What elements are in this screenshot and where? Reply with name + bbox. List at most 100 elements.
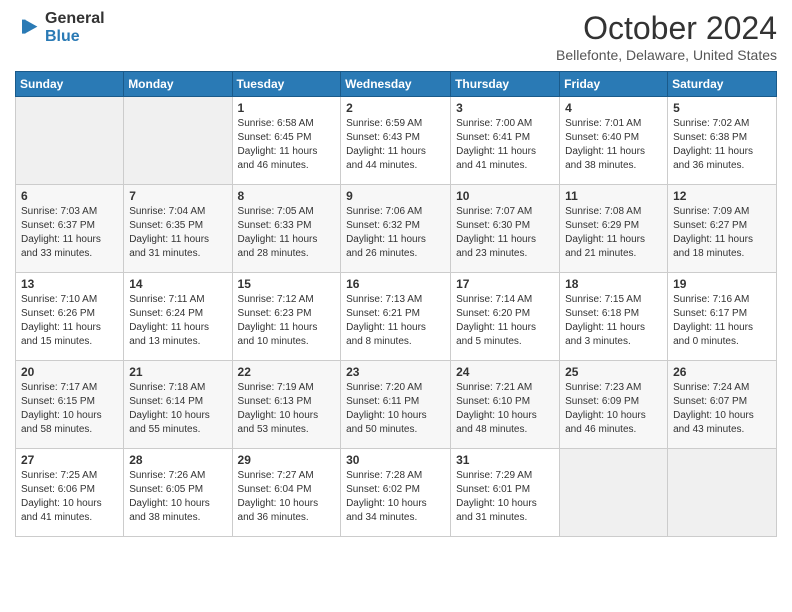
day-info: Sunrise: 7:19 AM Sunset: 6:13 PM Dayligh… — [238, 381, 336, 437]
logo-blue-text: Blue — [45, 28, 80, 45]
day-info: Sunrise: 7:17 AM Sunset: 6:15 PM Dayligh… — [21, 381, 118, 437]
calendar-cell: 12 Sunrise: 7:09 AM Sunset: 6:27 PM Dayli… — [668, 185, 777, 273]
calendar-cell — [668, 449, 777, 537]
day-number: 28 — [129, 453, 226, 467]
day-info: Sunrise: 7:09 AM Sunset: 6:27 PM Dayligh… — [673, 205, 771, 261]
day-info: Sunrise: 7:29 AM Sunset: 6:01 PM Dayligh… — [456, 469, 554, 525]
day-info: Sunrise: 7:27 AM Sunset: 6:04 PM Dayligh… — [238, 469, 336, 525]
day-info: Sunrise: 7:06 AM Sunset: 6:32 PM Dayligh… — [346, 205, 445, 261]
calendar-cell: 3 Sunrise: 7:00 AM Sunset: 6:41 PM Daylig… — [451, 97, 560, 185]
calendar-cell: 16 Sunrise: 7:13 AM Sunset: 6:21 PM Dayli… — [341, 273, 451, 361]
day-info: Sunrise: 7:13 AM Sunset: 6:21 PM Dayligh… — [346, 293, 445, 349]
day-number: 27 — [21, 453, 118, 467]
day-number: 3 — [456, 101, 554, 115]
day-info: Sunrise: 7:07 AM Sunset: 6:30 PM Dayligh… — [456, 205, 554, 261]
day-number: 5 — [673, 101, 771, 115]
day-number: 22 — [238, 365, 336, 379]
day-number: 24 — [456, 365, 554, 379]
calendar-cell: 28 Sunrise: 7:26 AM Sunset: 6:05 PM Dayli… — [124, 449, 232, 537]
day-number: 12 — [673, 189, 771, 203]
day-number: 10 — [456, 189, 554, 203]
day-info: Sunrise: 7:15 AM Sunset: 6:18 PM Dayligh… — [565, 293, 662, 349]
day-info: Sunrise: 7:20 AM Sunset: 6:11 PM Dayligh… — [346, 381, 445, 437]
day-number: 20 — [21, 365, 118, 379]
calendar-week-row: 6 Sunrise: 7:03 AM Sunset: 6:37 PM Daylig… — [16, 185, 777, 273]
calendar-cell: 1 Sunrise: 6:58 AM Sunset: 6:45 PM Daylig… — [232, 97, 341, 185]
day-info: Sunrise: 7:00 AM Sunset: 6:41 PM Dayligh… — [456, 117, 554, 173]
calendar-week-row: 1 Sunrise: 6:58 AM Sunset: 6:45 PM Daylig… — [16, 97, 777, 185]
day-number: 29 — [238, 453, 336, 467]
day-number: 6 — [21, 189, 118, 203]
day-info: Sunrise: 7:24 AM Sunset: 6:07 PM Dayligh… — [673, 381, 771, 437]
day-info: Sunrise: 6:59 AM Sunset: 6:43 PM Dayligh… — [346, 117, 445, 173]
day-number: 31 — [456, 453, 554, 467]
day-info: Sunrise: 7:04 AM Sunset: 6:35 PM Dayligh… — [129, 205, 226, 261]
day-number: 16 — [346, 277, 445, 291]
calendar-cell: 7 Sunrise: 7:04 AM Sunset: 6:35 PM Daylig… — [124, 185, 232, 273]
calendar-cell: 17Sunrise: 7:14 AM Sunset: 6:20 PM Dayli… — [451, 273, 560, 361]
calendar-cell: 9 Sunrise: 7:06 AM Sunset: 6:32 PM Daylig… — [341, 185, 451, 273]
calendar-cell: 26 Sunrise: 7:24 AM Sunset: 6:07 PM Dayli… — [668, 361, 777, 449]
calendar-cell: 30 Sunrise: 7:28 AM Sunset: 6:02 PM Dayli… — [341, 449, 451, 537]
day-number: 2 — [346, 101, 445, 115]
calendar-cell: 23Sunrise: 7:20 AM Sunset: 6:11 PM Dayli… — [341, 361, 451, 449]
calendar-cell: 31 Sunrise: 7:29 AM Sunset: 6:01 PM Dayli… — [451, 449, 560, 537]
day-number: 26 — [673, 365, 771, 379]
day-number: 19 — [673, 277, 771, 291]
calendar-cell: 19Sunrise: 7:16 AM Sunset: 6:17 PM Dayli… — [668, 273, 777, 361]
weekday-header-wednesday: Wednesday — [341, 72, 451, 97]
day-number: 17 — [456, 277, 554, 291]
day-number: 9 — [346, 189, 445, 203]
calendar-cell: 24Sunrise: 7:21 AM Sunset: 6:10 PM Dayli… — [451, 361, 560, 449]
calendar-cell: 4 Sunrise: 7:01 AM Sunset: 6:40 PM Daylig… — [560, 97, 668, 185]
calendar-cell: 27Sunrise: 7:25 AM Sunset: 6:06 PM Dayli… — [16, 449, 124, 537]
day-info: Sunrise: 7:26 AM Sunset: 6:05 PM Dayligh… — [129, 469, 226, 525]
weekday-header-row: SundayMondayTuesdayWednesdayThursdayFrid… — [16, 72, 777, 97]
calendar-cell — [16, 97, 124, 185]
weekday-header-saturday: Saturday — [668, 72, 777, 97]
calendar-week-row: 20 Sunrise: 7:17 AM Sunset: 6:15 PM Dayli… — [16, 361, 777, 449]
day-info: Sunrise: 7:28 AM Sunset: 6:02 PM Dayligh… — [346, 469, 445, 525]
day-info: Sunrise: 7:03 AM Sunset: 6:37 PM Dayligh… — [21, 205, 118, 261]
calendar-cell: 15 Sunrise: 7:12 AM Sunset: 6:23 PM Dayli… — [232, 273, 341, 361]
calendar-cell: 20 Sunrise: 7:17 AM Sunset: 6:15 PM Dayli… — [16, 361, 124, 449]
page: General Blue October 2024 Bellefonte, De… — [0, 0, 792, 612]
day-number: 14 — [129, 277, 226, 291]
day-info: Sunrise: 7:18 AM Sunset: 6:14 PM Dayligh… — [129, 381, 226, 437]
day-number: 30 — [346, 453, 445, 467]
calendar-cell: 21 Sunrise: 7:18 AM Sunset: 6:14 PM Dayli… — [124, 361, 232, 449]
calendar-cell: 2 Sunrise: 6:59 AM Sunset: 6:43 PM Daylig… — [341, 97, 451, 185]
day-number: 8 — [238, 189, 336, 203]
calendar-table: SundayMondayTuesdayWednesdayThursdayFrid… — [15, 71, 777, 537]
day-number: 7 — [129, 189, 226, 203]
calendar-cell: 29 Sunrise: 7:27 AM Sunset: 6:04 PM Dayli… — [232, 449, 341, 537]
calendar-cell: 22 Sunrise: 7:19 AM Sunset: 6:13 PM Dayli… — [232, 361, 341, 449]
day-info: Sunrise: 7:02 AM Sunset: 6:38 PM Dayligh… — [673, 117, 771, 173]
weekday-header-friday: Friday — [560, 72, 668, 97]
day-info: Sunrise: 7:12 AM Sunset: 6:23 PM Dayligh… — [238, 293, 336, 349]
day-number: 13 — [21, 277, 118, 291]
day-info: Sunrise: 7:05 AM Sunset: 6:33 PM Dayligh… — [238, 205, 336, 261]
calendar-cell: 14Sunrise: 7:11 AM Sunset: 6:24 PM Dayli… — [124, 273, 232, 361]
logo-general-text: General — [45, 10, 105, 28]
day-number: 21 — [129, 365, 226, 379]
header: General Blue October 2024 Bellefonte, De… — [15, 10, 777, 63]
calendar-cell: 13Sunrise: 7:10 AM Sunset: 6:26 PM Dayli… — [16, 273, 124, 361]
weekday-header-thursday: Thursday — [451, 72, 560, 97]
weekday-header-tuesday: Tuesday — [232, 72, 341, 97]
calendar-cell: 11 Sunrise: 7:08 AM Sunset: 6:29 PM Dayli… — [560, 185, 668, 273]
calendar-cell — [560, 449, 668, 537]
title-block: October 2024 Bellefonte, Delaware, Unite… — [556, 10, 777, 63]
day-info: Sunrise: 7:01 AM Sunset: 6:40 PM Dayligh… — [565, 117, 662, 173]
day-number: 11 — [565, 189, 662, 203]
day-info: Sunrise: 7:08 AM Sunset: 6:29 PM Dayligh… — [565, 205, 662, 261]
day-number: 4 — [565, 101, 662, 115]
day-number: 15 — [238, 277, 336, 291]
day-number: 1 — [238, 101, 336, 115]
calendar-cell: 18Sunrise: 7:15 AM Sunset: 6:18 PM Dayli… — [560, 273, 668, 361]
calendar-week-row: 27Sunrise: 7:25 AM Sunset: 6:06 PM Dayli… — [16, 449, 777, 537]
day-info: Sunrise: 6:58 AM Sunset: 6:45 PM Dayligh… — [238, 117, 336, 173]
calendar-cell: 6 Sunrise: 7:03 AM Sunset: 6:37 PM Daylig… — [16, 185, 124, 273]
calendar-cell: 8 Sunrise: 7:05 AM Sunset: 6:33 PM Daylig… — [232, 185, 341, 273]
month-title: October 2024 — [556, 10, 777, 47]
